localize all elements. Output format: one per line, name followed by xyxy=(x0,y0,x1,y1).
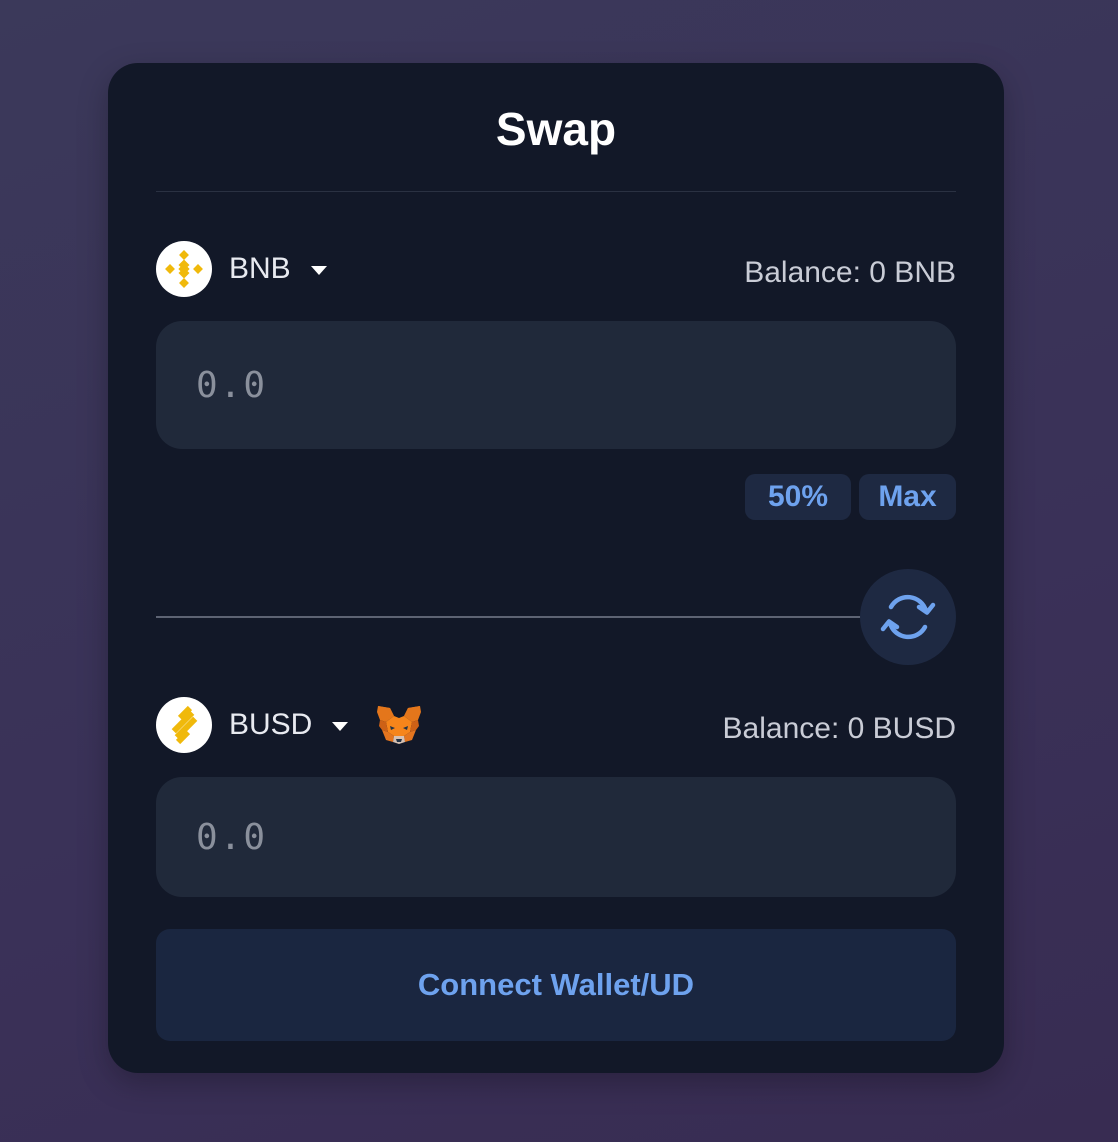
from-token-symbol: BNB xyxy=(229,252,291,285)
chevron-down-icon xyxy=(332,721,349,731)
page-title: Swap xyxy=(495,103,617,155)
from-balance: Balance: 0 BNB xyxy=(744,256,956,289)
to-token-selector[interactable]: BUSD xyxy=(156,697,422,753)
to-amount-input[interactable] xyxy=(196,777,916,897)
swap-divider xyxy=(156,616,862,618)
to-token-row: BUSD Balance: 0 BUSD xyxy=(156,697,956,753)
connect-wallet-button[interactable]: Connect Wallet/UD xyxy=(156,929,956,1041)
from-amount-box xyxy=(156,321,956,449)
metamask-fox-icon[interactable] xyxy=(376,704,422,746)
to-amount-box xyxy=(156,777,956,897)
to-balance: Balance: 0 BUSD xyxy=(722,712,956,745)
swap-card: Swap BNB Balance: 0 BNB 0.0 50% Max BUSD… xyxy=(108,63,1004,1073)
busd-logo-icon xyxy=(156,697,212,753)
to-token-symbol: BUSD xyxy=(229,708,313,741)
chevron-down-icon xyxy=(310,265,327,275)
fifty-percent-button[interactable]: 50% xyxy=(745,474,851,520)
from-amount-input[interactable] xyxy=(196,321,916,449)
max-button[interactable]: Max xyxy=(859,474,956,520)
swap-arrows-icon xyxy=(880,594,936,640)
title-divider xyxy=(156,191,956,192)
bnb-logo-icon xyxy=(156,241,212,297)
from-token-selector[interactable]: BNB xyxy=(156,241,327,297)
switch-tokens-button[interactable] xyxy=(860,569,956,665)
from-token-row: BNB Balance: 0 BNB xyxy=(156,241,956,297)
